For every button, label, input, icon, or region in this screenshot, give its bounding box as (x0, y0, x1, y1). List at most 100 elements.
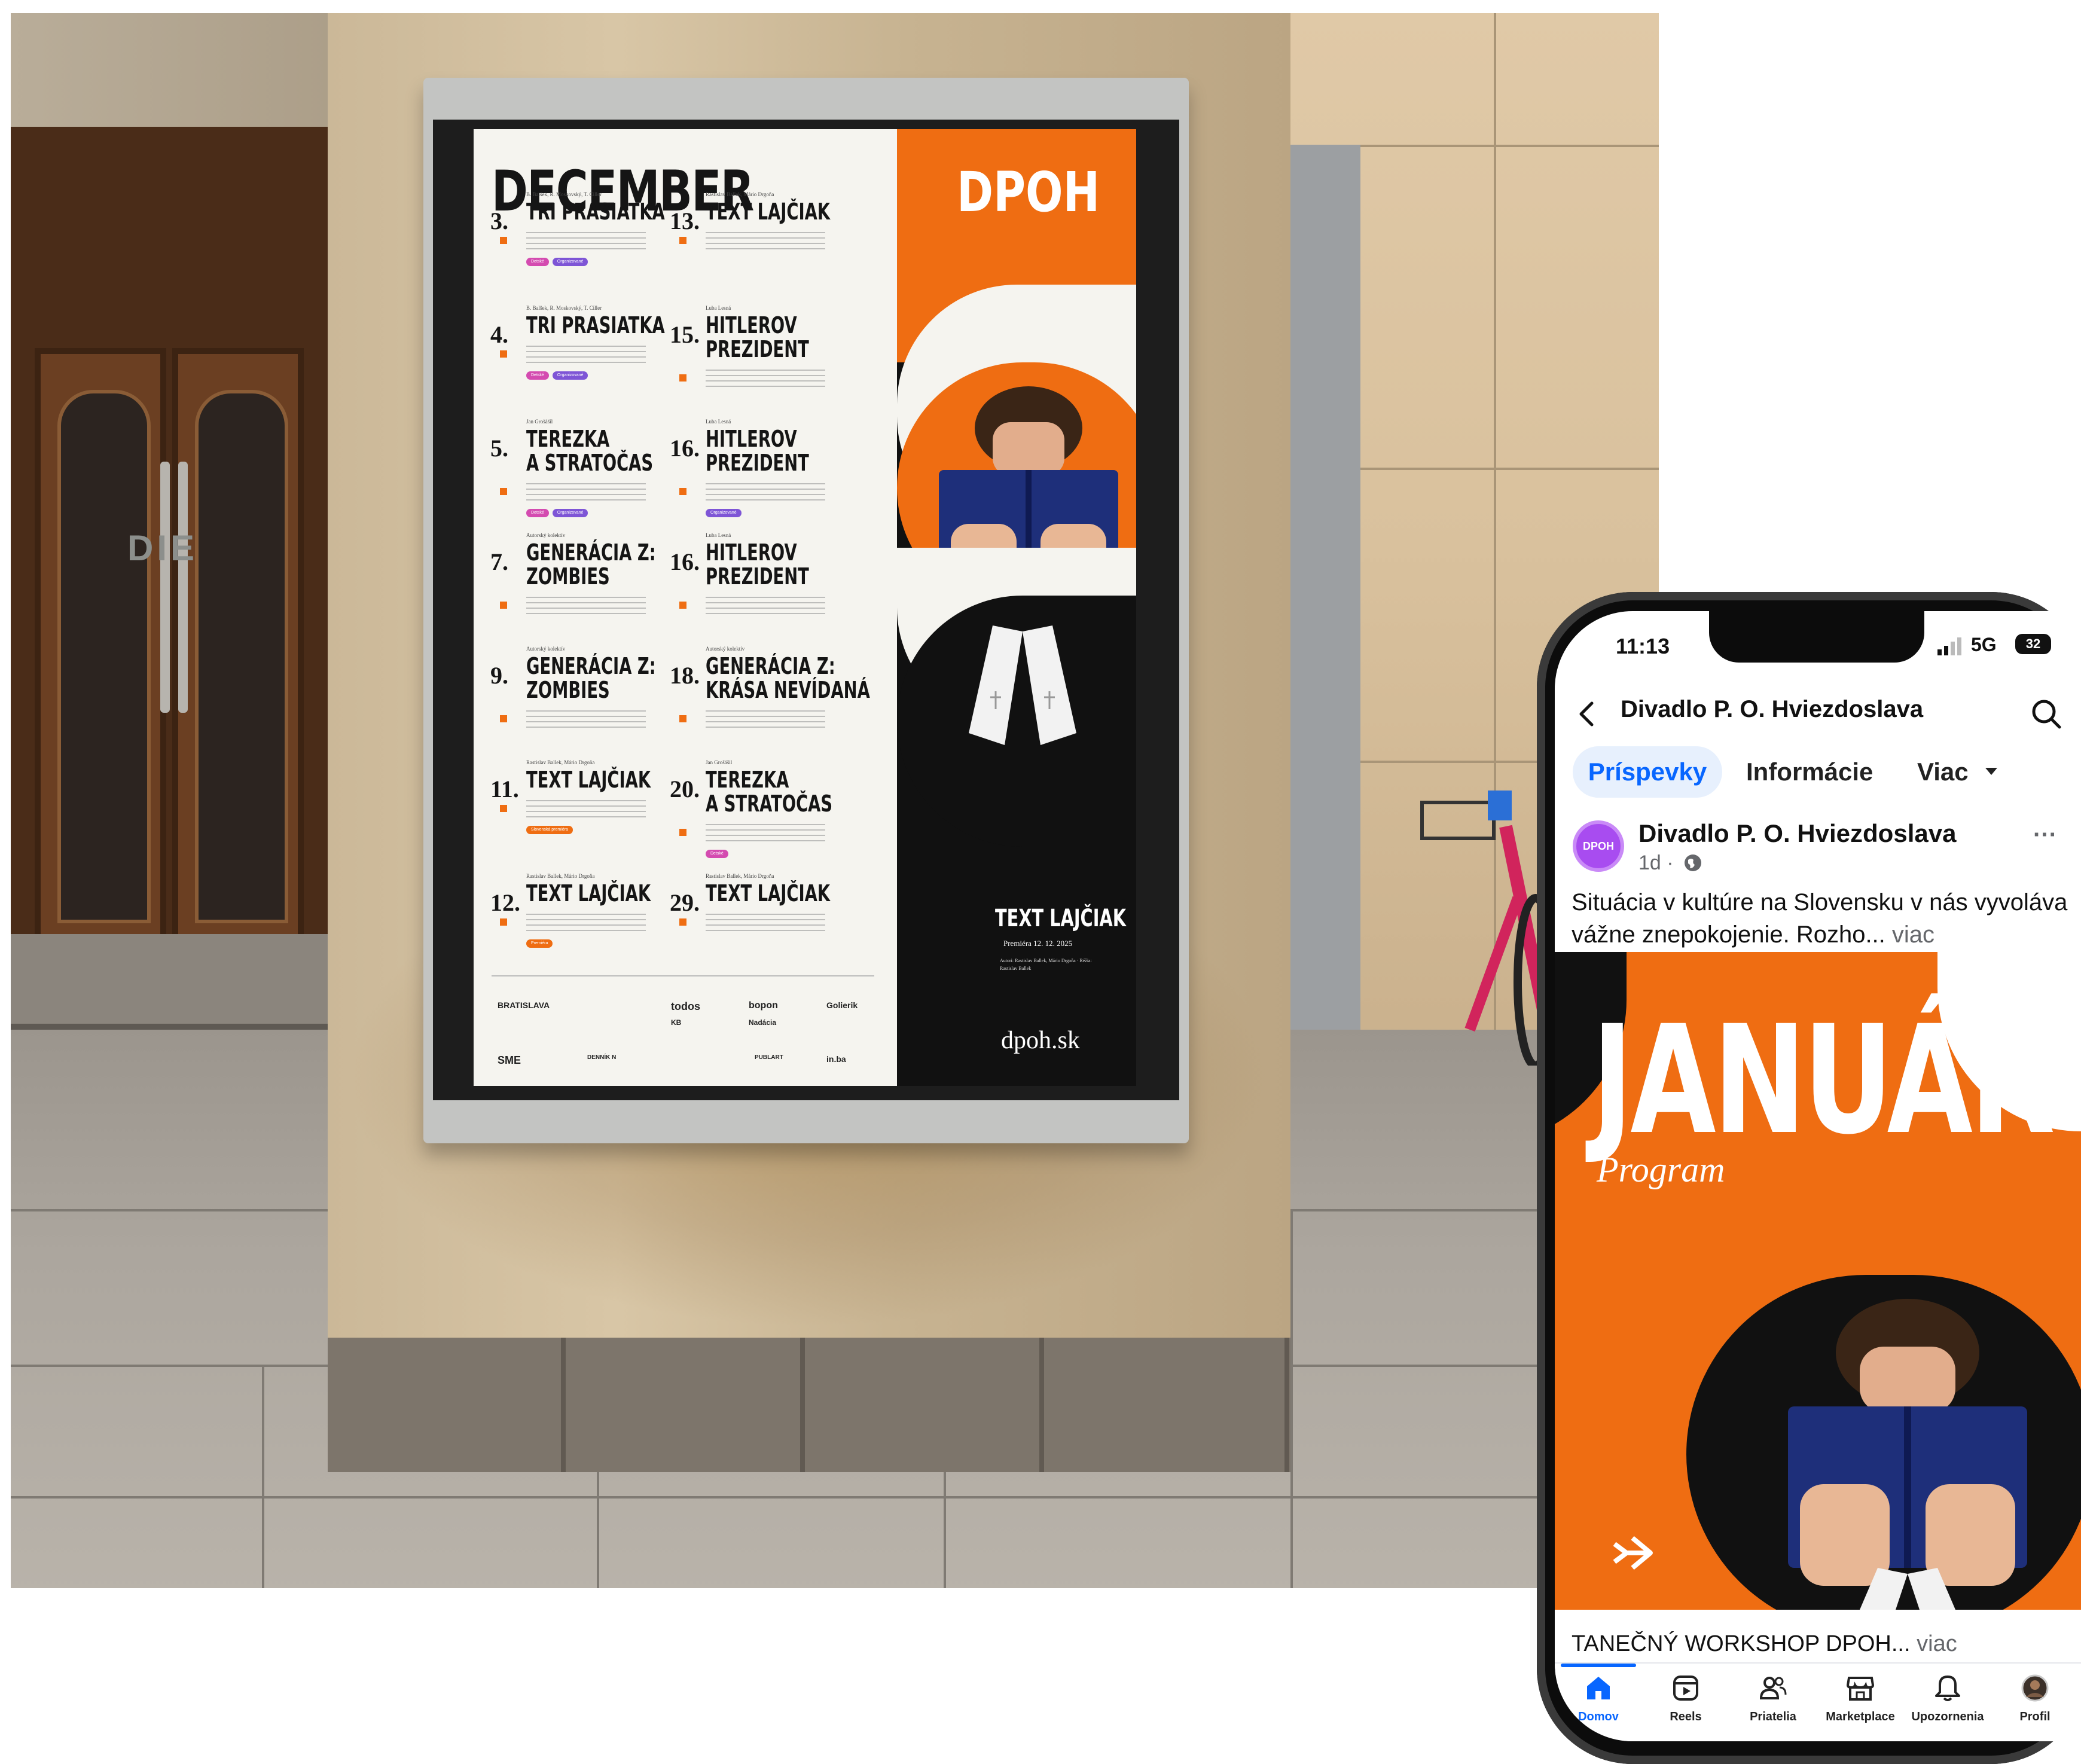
poster-event-tag: Organizované (552, 258, 588, 266)
poster-event-title: TRI PRASIATKA (526, 312, 665, 338)
nav-item-label: Domov (1578, 1710, 1619, 1723)
poster-event-date: 7. (490, 548, 508, 575)
poster-event-tag: Detské (526, 258, 549, 266)
poster-event-tag: Organizované (706, 509, 742, 517)
poster-event-credit: Autorský kolektív (526, 532, 566, 538)
pillar-base (328, 1338, 1290, 1472)
poster-event-date: 5. (490, 435, 508, 462)
poster-event-tags: Detské Organizované (526, 506, 591, 517)
right-door-glass (195, 390, 288, 923)
poster-event-tags: Detské Organizované (526, 368, 591, 380)
poster-event-credit: Luba Lesná (706, 419, 731, 425)
poster-event-credit: Rastislav Ballek, Mário Drgoňa (706, 191, 774, 197)
poster-event-title: TRI PRASIATKA (526, 199, 665, 225)
sponsor-logo: Nadácia (749, 1018, 777, 1027)
poster-event-description (706, 597, 825, 615)
next-post-preview[interactable]: TANEČNÝ WORKSHOP DPOH... viac (1572, 1631, 1957, 1657)
venue-mark-icon (500, 918, 507, 926)
poster-event-credit: Jan Grošášil (706, 759, 733, 765)
poster-event-title: TEXT LAJČIAK (706, 199, 831, 225)
sponsor-logo: SME (498, 1054, 521, 1066)
next-post-see-more-link[interactable]: viac (1911, 1631, 1957, 1656)
door-sign: DIE (127, 528, 199, 568)
bell-icon (1935, 1676, 1960, 1701)
avatar[interactable]: DPOH (1573, 820, 1624, 872)
poster-event-title-line2: PREZIDENT (706, 563, 809, 590)
poster-event-title: HITLEROV (706, 539, 797, 566)
reels-icon (1673, 1676, 1698, 1701)
status-time: 11:13 (1616, 634, 1670, 658)
poster-event-description (526, 483, 646, 501)
poster-event-title-line2: PREZIDENT (706, 336, 809, 362)
poster-event-description (706, 710, 825, 728)
poster-event-tag: Detské (526, 509, 549, 517)
nav-item-notifications[interactable]: Upozornenia (1904, 1664, 1991, 1741)
phone-screen: 11:13 5G 32 Divadlo P. O. Hviezdoslava P… (1555, 611, 2081, 1741)
poster-event-title: GENERÁCIA Z: (526, 653, 656, 679)
search-icon[interactable] (2028, 696, 2064, 732)
poster-event-date: 20. (670, 776, 700, 802)
tab-info[interactable]: Informácie (1746, 746, 1873, 798)
post-more-button[interactable]: ··· (2033, 822, 2057, 849)
poster-event-description (526, 800, 646, 818)
venue-mark-icon (679, 829, 686, 836)
post-image-title: JANUÁR (1592, 993, 2055, 1167)
venue-mark-icon (679, 374, 686, 382)
poster-event-credit: Rastislav Ballek, Mário Drgoňa (706, 873, 774, 879)
phone-notch (1709, 611, 1924, 663)
post-see-more-link[interactable]: viac (1885, 921, 1934, 948)
poster-event-description (526, 346, 646, 364)
door-handle (178, 462, 188, 713)
poster-event-title: GENERÁCIA Z: (526, 539, 656, 566)
poster-event-description (526, 710, 646, 728)
back-icon[interactable] (1573, 696, 1599, 732)
poster-event-title: HITLEROV (706, 426, 797, 452)
sponsor-logo: todos (671, 1000, 700, 1012)
poster-event-date: 16. (670, 548, 700, 575)
sponsor-logo: KB (671, 1018, 682, 1027)
nav-item-home[interactable]: Domov (1555, 1664, 1642, 1741)
poster-event-date: 11. (490, 776, 519, 802)
poster-feature-credits: Autori: Rastislav Ballek, Mário Drgoňa ·… (1000, 958, 1092, 971)
post-time: 1d · (1638, 852, 1703, 875)
poster-event-title-line2: ZOMBIES (526, 563, 610, 590)
poster-event-description (706, 232, 825, 250)
poster-event-tags: Organizované (706, 506, 745, 517)
nav-item-label: Profil (2019, 1710, 2051, 1723)
poster-event-description (526, 597, 646, 615)
globe-icon (1685, 854, 1702, 871)
nav-item-profile[interactable]: Profil (1991, 1664, 2079, 1741)
venue-mark-icon (500, 237, 507, 244)
post-image[interactable]: JANUÁR Program (1555, 952, 2081, 1610)
poster-event-tag: Organizované (552, 509, 588, 517)
avatar-label: DPOH (1582, 840, 1614, 852)
poster-event-date: 18. (670, 662, 700, 689)
poster-event-description (706, 370, 825, 387)
poster-feature-title: TEXT LAJČIAK (995, 905, 1127, 932)
poster-event-credit: Luba Lesná (706, 532, 731, 538)
nav-item-reels[interactable]: Reels (1642, 1664, 1729, 1741)
sponsor-logo: bopon (749, 1000, 778, 1011)
poster-event-title: HITLEROV (706, 312, 797, 338)
tab-posts[interactable]: Príspevky (1573, 746, 1722, 798)
sponsor-logo: in.ba (826, 1054, 846, 1064)
sponsor-logo: DENNÍK N (587, 1054, 617, 1061)
nav-item-label: Marketplace (1826, 1710, 1895, 1723)
profile-icon (2021, 1674, 2049, 1702)
bottom-nav: Domov Reels Priatelia Marketplace Upozor… (1555, 1662, 2081, 1741)
nav-item-friends[interactable]: Priatelia (1729, 1664, 1817, 1741)
chevron-down-icon (1985, 768, 1997, 775)
post-author[interactable]: Divadlo P. O. Hviezdoslava (1638, 819, 1956, 848)
left-door-glass (57, 390, 151, 923)
poster-feature-date: Premiéra 12. 12. 2025 (1003, 939, 1073, 948)
venue-mark-icon (679, 488, 686, 495)
tab-more[interactable]: Viac (1917, 746, 1969, 798)
poster-event-tag: Premiéra (526, 939, 553, 948)
poster-event-tag: Detské (706, 850, 728, 858)
nav-item-label: Priatelia (1750, 1710, 1796, 1723)
nav-item-marketplace[interactable]: Marketplace (1817, 1664, 1904, 1741)
sponsor-logo: PUBLART (755, 1054, 783, 1061)
poster-event-credit: Luba Lesná (706, 305, 731, 311)
poster-event-credit: Rastislav Ballek, Mário Drgoňa (526, 759, 595, 765)
poster-event-credit: Jan Grošášil (526, 419, 553, 425)
